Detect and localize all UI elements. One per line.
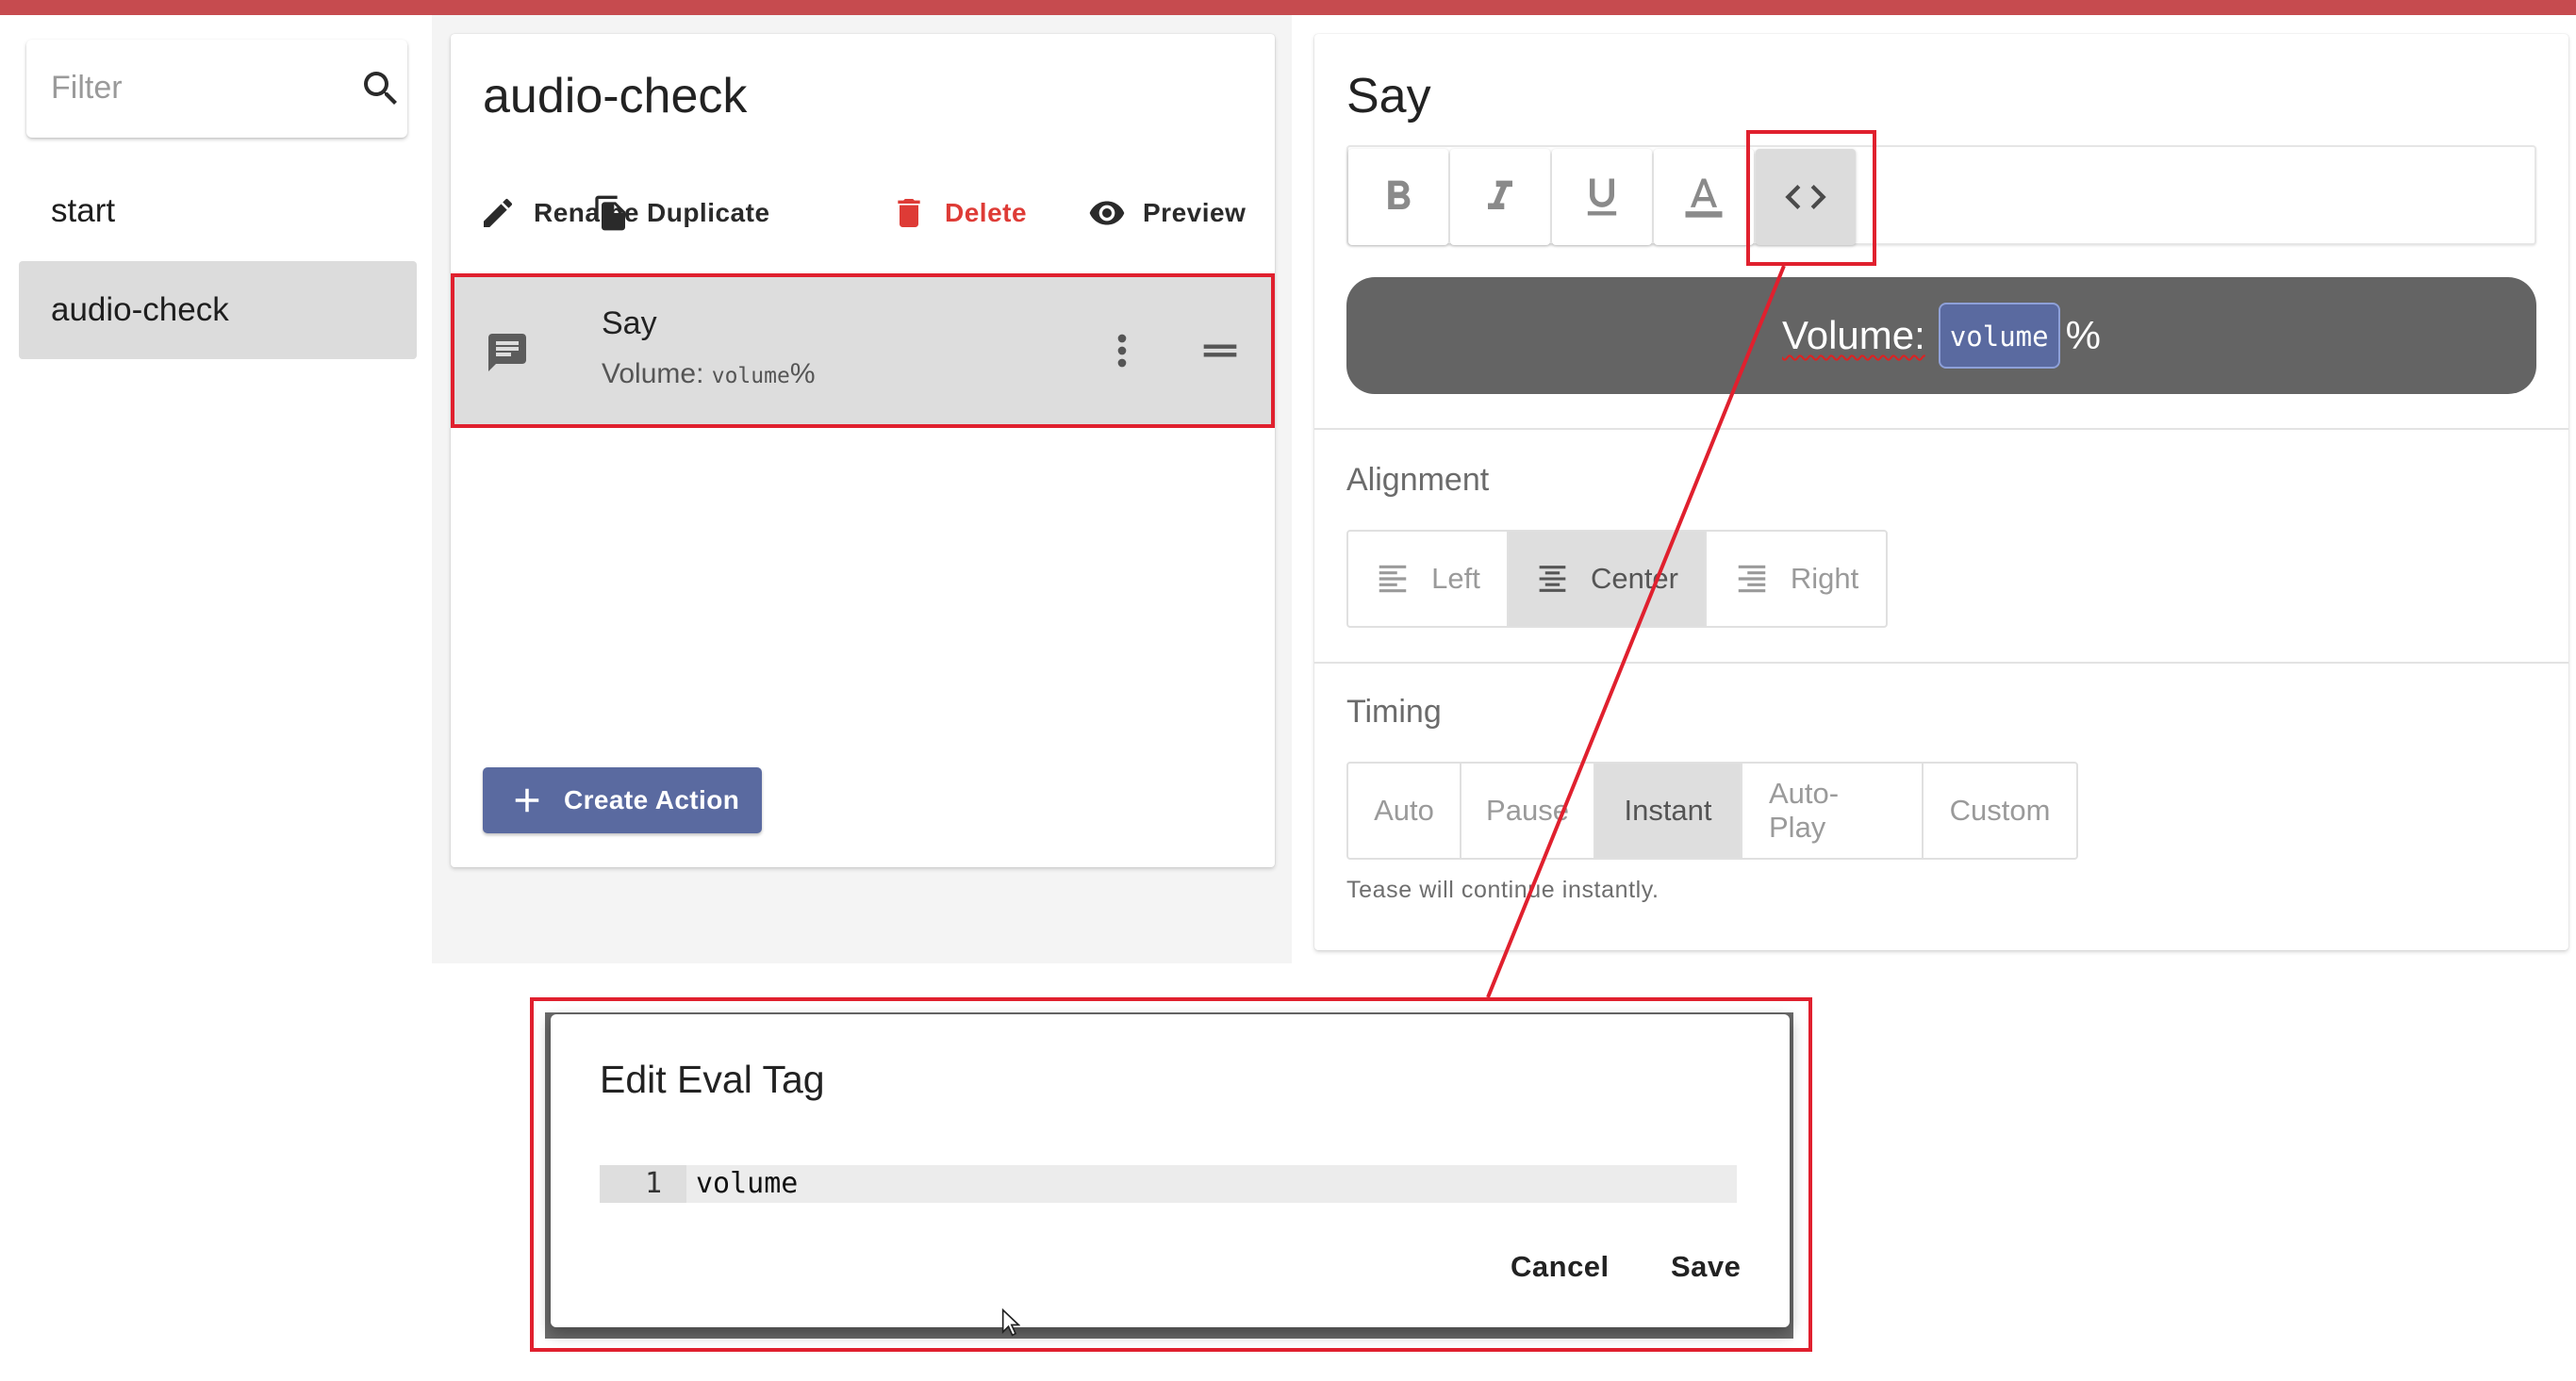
- message-icon: [488, 334, 526, 371]
- plus-icon: [515, 788, 539, 813]
- text-color-icon: [1685, 178, 1723, 218]
- mouse-cursor-icon: [1001, 1308, 1020, 1337]
- say-preview-bubble[interactable]: Volume: volume %: [1346, 277, 2536, 394]
- delete-button[interactable]: Delete: [890, 185, 1027, 241]
- bold-icon: [1388, 180, 1411, 209]
- drag-handle-icon[interactable]: [1196, 326, 1245, 375]
- create-action-button[interactable]: Create Action: [483, 767, 762, 833]
- say-editor-card: Say Volume: volume % Alignment Left Cent…: [1314, 34, 2568, 950]
- timing-instant-button[interactable]: Instant: [1595, 764, 1742, 858]
- more-vert-icon[interactable]: [1098, 326, 1147, 375]
- create-action-label: Create Action: [564, 785, 740, 814]
- align-left-icon: [1379, 565, 1407, 593]
- align-right-button[interactable]: Right: [1707, 532, 1886, 626]
- bold-button[interactable]: [1348, 149, 1448, 245]
- page-item-audio-check[interactable]: audio-check: [19, 261, 417, 359]
- format-toolbar: [1346, 145, 2536, 245]
- action-subtitle-text: Volume:: [602, 358, 712, 389]
- timing-custom-button[interactable]: Custom: [1924, 764, 2076, 858]
- page-actions-card: audio-check Rename Duplicate Delete Prev…: [451, 34, 1275, 867]
- text-color-button[interactable]: [1654, 149, 1754, 245]
- page-title: audio-check: [483, 69, 748, 123]
- action-subtitle: Volume: volume%: [602, 358, 816, 390]
- italic-button[interactable]: [1450, 149, 1550, 245]
- timing-pause-button[interactable]: Pause: [1461, 764, 1595, 858]
- alignment-selector: Left Center Right: [1346, 530, 1888, 628]
- dialog-title: Edit Eval Tag: [600, 1058, 825, 1101]
- align-left-label: Left: [1431, 562, 1480, 595]
- section-divider: [1314, 662, 2568, 664]
- eval-code-button[interactable]: [1756, 149, 1856, 245]
- timing-selector: Auto Pause Instant Auto-Play Custom: [1346, 762, 2078, 860]
- timing-hint: Tease will continue instantly.: [1346, 877, 1660, 903]
- preview-text: Volume:: [1782, 313, 1925, 357]
- pencil-icon: [484, 198, 513, 227]
- action-subtitle-eval: volume: [711, 364, 790, 388]
- preview-suffix: %: [2065, 313, 2101, 357]
- eye-icon: [1089, 201, 1125, 225]
- cancel-button[interactable]: Cancel: [1511, 1250, 1610, 1284]
- preview-label: Preview: [1143, 198, 1247, 227]
- copy-icon: [595, 195, 625, 231]
- code-editor[interactable]: 1 volume: [600, 1165, 1737, 1203]
- align-center-button[interactable]: Center: [1509, 532, 1707, 626]
- timing-label: Timing: [1346, 694, 1442, 730]
- align-center-label: Center: [1590, 562, 1678, 595]
- duplicate-label: Duplicate: [647, 198, 770, 227]
- underline-button[interactable]: [1552, 149, 1652, 245]
- underline-icon: [1587, 178, 1617, 216]
- alignment-label: Alignment: [1346, 462, 1490, 498]
- align-left-button[interactable]: Left: [1348, 532, 1509, 626]
- delete-label: Delete: [945, 198, 1028, 227]
- line-number: 1: [600, 1165, 686, 1203]
- filter-input[interactable]: [51, 66, 334, 109]
- italic-icon: [1488, 180, 1512, 209]
- duplicate-button[interactable]: Duplicate: [592, 185, 770, 241]
- action-item-say[interactable]: Say Volume: volume%: [454, 277, 1271, 424]
- code-line[interactable]: volume: [696, 1165, 798, 1203]
- timing-autoplay-button[interactable]: Auto-Play: [1742, 764, 1924, 858]
- align-right-label: Right: [1790, 562, 1859, 595]
- align-center-icon: [1539, 566, 1566, 592]
- page-sidebar: start audio-check: [0, 15, 432, 963]
- page-item-start[interactable]: start: [19, 162, 417, 260]
- align-right-icon: [1738, 565, 1766, 593]
- app-top-bar: [0, 0, 2576, 15]
- action-title: Say: [602, 305, 657, 341]
- filter-box: [26, 40, 407, 138]
- trash-icon: [898, 199, 920, 227]
- section-divider: [1314, 428, 2568, 430]
- preview-button[interactable]: Preview: [1088, 185, 1246, 241]
- search-icon[interactable]: [358, 66, 404, 111]
- code-icon: [1785, 185, 1826, 209]
- action-subtitle-suffix: %: [789, 358, 816, 389]
- save-button[interactable]: Save: [1671, 1250, 1741, 1284]
- edit-eval-tag-dialog: Edit Eval Tag 1 volume Cancel Save: [551, 1014, 1790, 1327]
- timing-auto-button[interactable]: Auto: [1348, 764, 1461, 858]
- eval-tag-chip[interactable]: volume: [1938, 303, 2060, 369]
- editor-title: Say: [1346, 69, 1431, 123]
